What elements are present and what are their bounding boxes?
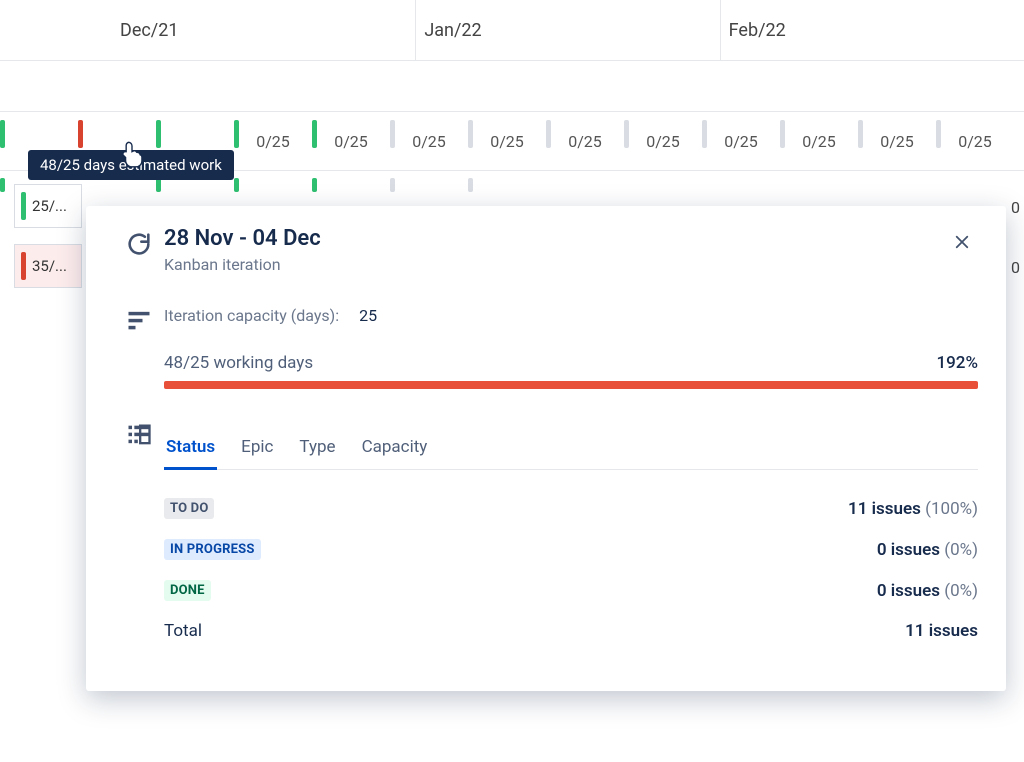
iteration-subtitle: Kanban iteration <box>164 255 946 274</box>
capacity-cell[interactable]: 0/25 <box>390 112 468 170</box>
month-label: Dec/21 <box>0 20 415 41</box>
capacity-cell[interactable]: 0/25 <box>702 112 780 170</box>
iteration-chip[interactable]: 35/... <box>14 244 82 288</box>
status-row-total: Total 11 issues <box>164 611 978 651</box>
list-icon <box>114 417 164 449</box>
chip-label: 25/... <box>32 197 67 215</box>
timeline-spacer <box>0 61 1024 111</box>
overflow-value: 0 <box>1011 258 1020 277</box>
status-pill: IN PROGRESS <box>164 539 261 560</box>
tab-status[interactable]: Status <box>164 427 217 470</box>
status-percent: (100%) <box>925 499 978 519</box>
chip-label: 35/... <box>32 257 67 275</box>
status-row-todo: TO DO 11 issues (100%) <box>164 488 978 529</box>
total-label: Total <box>164 621 202 641</box>
month-label: Jan/22 <box>416 20 719 41</box>
timeline-month-header: Dec/21 Jan/22 Feb/22 <box>0 0 1024 60</box>
progress-working-days: 48/25 working days <box>164 353 313 373</box>
iteration-date-range: 28 Nov - 04 Dec <box>164 226 946 251</box>
capacity-label: Iteration capacity (days): <box>164 306 339 325</box>
iteration-chip[interactable]: 25/... <box>14 184 82 228</box>
iteration-detail-popup: 28 Nov - 04 Dec Kanban iteration Iterati… <box>86 206 1006 691</box>
capacity-value: 25 <box>359 306 377 325</box>
capacity-cell[interactable]: 0/25 <box>546 112 624 170</box>
tab-capacity[interactable]: Capacity <box>360 427 430 469</box>
status-list: TO DO 11 issues (100%) IN PROGRESS 0 iss… <box>164 488 978 651</box>
status-percent: (0%) <box>944 540 978 560</box>
status-count: 0 issues <box>877 540 940 560</box>
month-label: Feb/22 <box>721 20 1024 41</box>
overflow-value: 0 <box>1011 198 1020 217</box>
capacity-cell[interactable]: 0/25 <box>312 112 390 170</box>
capacity-cell[interactable]: 0/25 <box>468 112 546 170</box>
status-count: 0 issues <box>877 581 940 601</box>
capacity-row[interactable]: 0/25 0/25 0/25 0/25 0/25 0/25 0/25 0/25 … <box>0 111 1024 171</box>
tab-epic[interactable]: Epic <box>239 427 275 469</box>
progress-bar <box>164 381 978 389</box>
tab-type[interactable]: Type <box>297 427 337 469</box>
iteration-icon <box>114 226 164 258</box>
status-pill: DONE <box>164 580 211 601</box>
close-button[interactable] <box>946 226 978 258</box>
capacity-cell[interactable]: 0/25 <box>936 112 1014 170</box>
total-value: 11 issues <box>905 621 978 641</box>
status-percent: (0%) <box>944 581 978 601</box>
iteration-chip-stack: 25/... 35/... <box>14 184 82 304</box>
status-count: 11 issues <box>848 499 921 519</box>
status-row-inprogress: IN PROGRESS 0 issues (0%) <box>164 529 978 570</box>
capacity-cell[interactable]: 0/25 <box>780 112 858 170</box>
capacity-cell[interactable]: 0/25 <box>858 112 936 170</box>
progress-percent: 192% <box>936 353 978 373</box>
detail-tabs: Status Epic Type Capacity <box>164 427 978 470</box>
status-pill: TO DO <box>164 498 214 519</box>
status-bar-icon <box>21 192 26 220</box>
filter-icon <box>114 302 164 334</box>
pointer-cursor-icon <box>118 140 146 168</box>
status-row-done: DONE 0 issues (0%) <box>164 570 978 611</box>
status-bar-icon <box>21 252 26 280</box>
capacity-cell[interactable]: 0/25 <box>624 112 702 170</box>
capacity-cell[interactable]: 0/25 <box>234 112 312 170</box>
